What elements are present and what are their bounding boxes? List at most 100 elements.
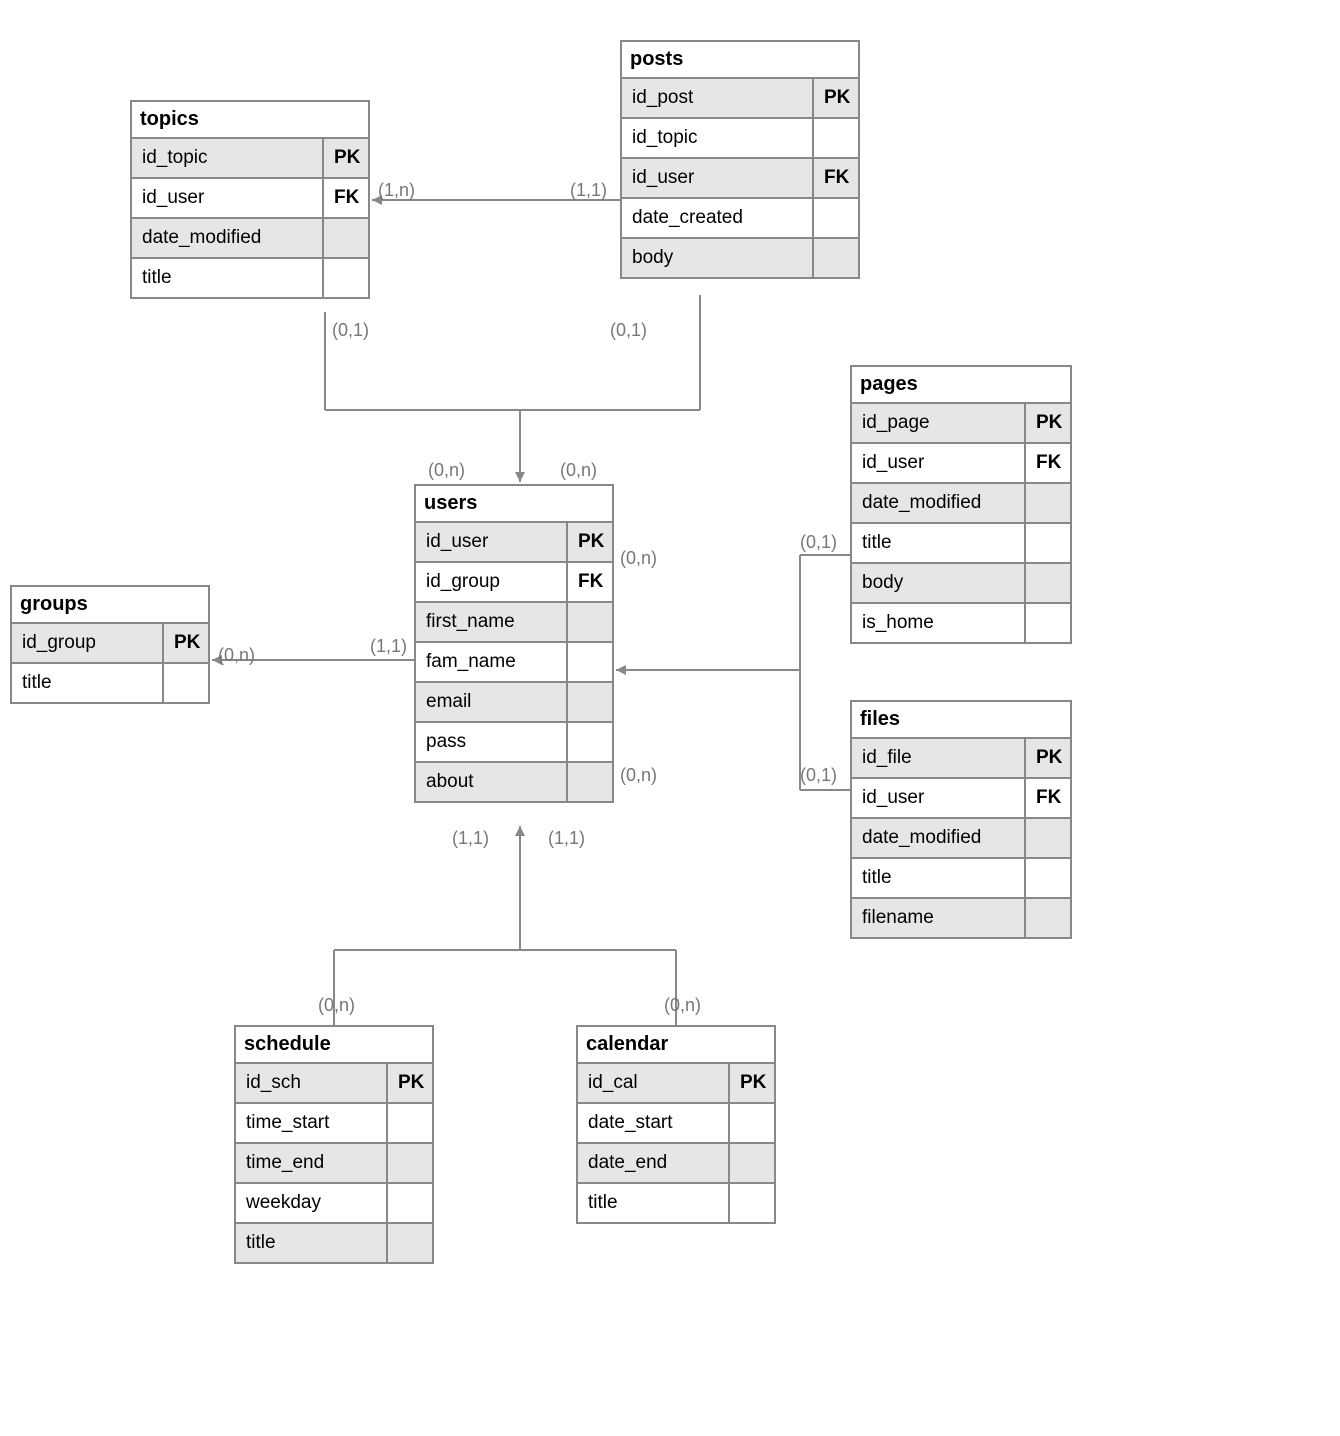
entity-row: id_groupFK	[416, 563, 612, 603]
entity-row: id_userFK	[622, 159, 858, 199]
cardinality-label: (0,n)	[560, 460, 597, 481]
column-name: date_end	[578, 1144, 730, 1182]
entity-row: is_home	[852, 604, 1070, 642]
column-name: email	[416, 683, 568, 721]
column-key	[730, 1104, 774, 1142]
column-name: pass	[416, 723, 568, 761]
column-name: date_modified	[852, 819, 1026, 857]
entity-schedule: scheduleid_schPKtime_starttime_endweekda…	[234, 1025, 434, 1264]
column-key: PK	[324, 139, 368, 177]
column-key: PK	[164, 624, 208, 662]
column-name: id_user	[416, 523, 568, 561]
entity-row: id_filePK	[852, 739, 1070, 779]
cardinality-label: (0,n)	[620, 765, 657, 786]
column-name: id_cal	[578, 1064, 730, 1102]
entity-title: posts	[622, 42, 858, 79]
entity-row: pass	[416, 723, 612, 763]
cardinality-label: (0,n)	[664, 995, 701, 1016]
entity-row: time_start	[236, 1104, 432, 1144]
entity-title: calendar	[578, 1027, 774, 1064]
column-name: id_user	[852, 444, 1026, 482]
entity-row: date_modified	[852, 819, 1070, 859]
column-key	[814, 119, 858, 157]
entity-row: title	[578, 1184, 774, 1222]
column-key: FK	[1026, 444, 1070, 482]
entity-title: groups	[12, 587, 208, 624]
column-name: id_file	[852, 739, 1026, 777]
column-name: about	[416, 763, 568, 801]
entity-row: fam_name	[416, 643, 612, 683]
entity-row: first_name	[416, 603, 612, 643]
column-key	[568, 603, 612, 641]
entity-row: title	[236, 1224, 432, 1262]
entity-row: id_pagePK	[852, 404, 1070, 444]
entity-groups: groupsid_groupPKtitle	[10, 585, 210, 704]
column-key: PK	[1026, 404, 1070, 442]
column-name: id_user	[852, 779, 1026, 817]
column-key: PK	[814, 79, 858, 117]
entity-pages: pagesid_pagePKid_userFKdate_modifiedtitl…	[850, 365, 1072, 644]
entity-files: filesid_filePKid_userFKdate_modifiedtitl…	[850, 700, 1072, 939]
column-name: time_start	[236, 1104, 388, 1142]
column-key	[388, 1144, 432, 1182]
column-key	[814, 199, 858, 237]
column-key	[730, 1144, 774, 1182]
entity-users: usersid_userPKid_groupFKfirst_namefam_na…	[414, 484, 614, 803]
cardinality-label: (0,1)	[800, 532, 837, 553]
column-name: date_modified	[852, 484, 1026, 522]
entity-row: time_end	[236, 1144, 432, 1184]
entity-row: date_created	[622, 199, 858, 239]
column-key: PK	[568, 523, 612, 561]
column-name: body	[622, 239, 814, 277]
entity-row: body	[622, 239, 858, 277]
cardinality-label: (0,n)	[218, 645, 255, 666]
cardinality-label: (0,1)	[800, 765, 837, 786]
column-name: date_modified	[132, 219, 324, 257]
column-key	[814, 239, 858, 277]
column-key	[388, 1184, 432, 1222]
column-name: id_topic	[622, 119, 814, 157]
cardinality-label: (1,1)	[452, 828, 489, 849]
column-key	[730, 1184, 774, 1222]
column-key	[324, 259, 368, 297]
entity-posts: postsid_postPKid_topicid_userFKdate_crea…	[620, 40, 860, 279]
cardinality-label: (1,1)	[570, 180, 607, 201]
column-key	[1026, 819, 1070, 857]
column-name: fam_name	[416, 643, 568, 681]
column-key: FK	[814, 159, 858, 197]
entity-row: id_calPK	[578, 1064, 774, 1104]
column-name: title	[852, 524, 1026, 562]
cardinality-label: (0,1)	[332, 320, 369, 341]
column-key	[164, 664, 208, 702]
entity-row: date_modified	[132, 219, 368, 259]
entity-calendar: calendarid_calPKdate_startdate_endtitle	[576, 1025, 776, 1224]
column-key	[1026, 859, 1070, 897]
cardinality-label: (1,1)	[548, 828, 585, 849]
column-name: is_home	[852, 604, 1026, 642]
entity-row: id_schPK	[236, 1064, 432, 1104]
entity-title: files	[852, 702, 1070, 739]
entity-row: weekday	[236, 1184, 432, 1224]
column-key	[388, 1224, 432, 1262]
column-name: weekday	[236, 1184, 388, 1222]
column-name: id_topic	[132, 139, 324, 177]
column-key: PK	[1026, 739, 1070, 777]
column-name: id_sch	[236, 1064, 388, 1102]
column-name: title	[12, 664, 164, 702]
column-name: id_user	[622, 159, 814, 197]
column-name: id_user	[132, 179, 324, 217]
entity-row: id_groupPK	[12, 624, 208, 664]
entity-title: topics	[132, 102, 368, 139]
entity-row: filename	[852, 899, 1070, 937]
cardinality-label: (0,n)	[620, 548, 657, 569]
column-key	[1026, 524, 1070, 562]
entity-row: id_topicPK	[132, 139, 368, 179]
column-name: date_created	[622, 199, 814, 237]
column-name: title	[852, 859, 1026, 897]
column-key: FK	[1026, 779, 1070, 817]
column-name: id_group	[416, 563, 568, 601]
entity-row: id_postPK	[622, 79, 858, 119]
column-key	[1026, 899, 1070, 937]
column-key	[388, 1104, 432, 1142]
entity-row: body	[852, 564, 1070, 604]
